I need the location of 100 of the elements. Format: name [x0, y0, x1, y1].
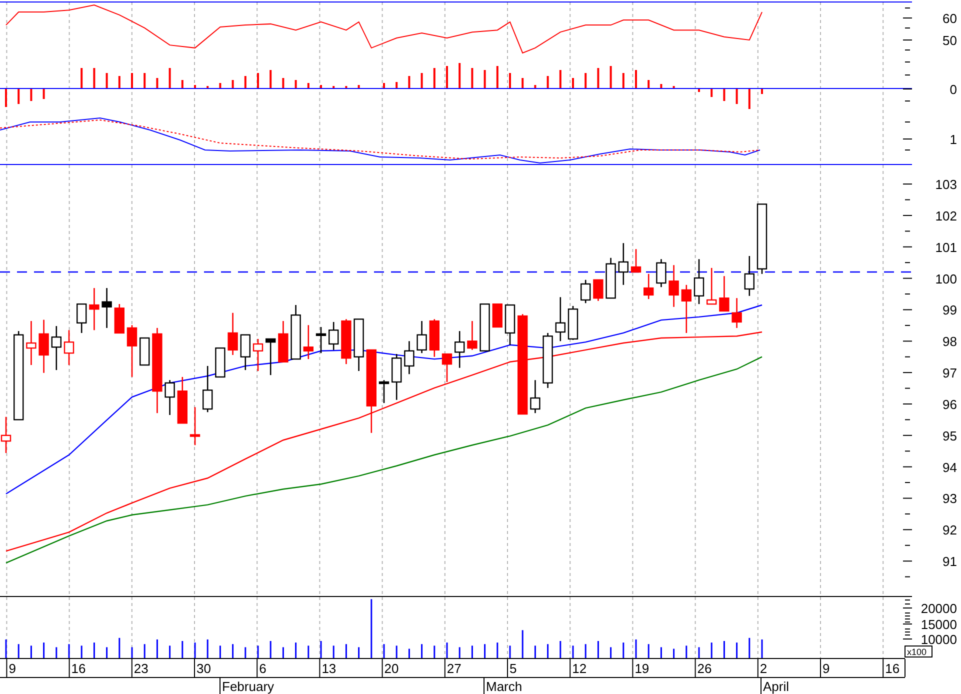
date-label: 9	[822, 661, 830, 676]
candlestick	[278, 321, 288, 362]
axis-label: 10000	[920, 632, 957, 647]
axis-label: 60	[942, 11, 957, 26]
candlestick	[542, 332, 553, 388]
axis-tick	[68, 658, 70, 678]
axis-label: 20000	[920, 601, 957, 616]
candlestick	[354, 318, 364, 371]
axis-tick	[444, 658, 446, 678]
candlestick	[328, 322, 339, 350]
candlestick	[26, 321, 36, 366]
date-label: 19	[634, 661, 650, 676]
candlestick	[429, 319, 440, 357]
axis-tick	[256, 658, 258, 678]
date-label: 30	[196, 661, 211, 676]
candlestick	[744, 256, 754, 296]
candlestick	[114, 304, 124, 334]
axis-tick	[382, 658, 383, 678]
candlestick	[442, 353, 452, 382]
axis-label: 101	[935, 240, 957, 255]
date-label: 27	[446, 661, 462, 676]
date-label: 20	[384, 661, 399, 676]
candlestick	[530, 380, 540, 414]
candlestick	[316, 327, 326, 354]
date-label: 5	[510, 661, 517, 676]
candlestick	[252, 338, 264, 371]
candlestick	[719, 276, 730, 312]
candlestick	[404, 341, 414, 374]
axis-label: 0	[950, 82, 957, 97]
axis-label: 95	[942, 428, 957, 444]
axis-label: 1	[950, 132, 957, 147]
axis-label: 93	[942, 491, 957, 506]
candlestick	[266, 338, 276, 376]
candlestick	[164, 380, 175, 415]
candlestick	[228, 312, 238, 355]
candlestick	[480, 303, 490, 352]
candlestick	[732, 298, 742, 328]
axis-label: 102	[935, 208, 957, 224]
date-label: 16	[885, 661, 900, 676]
candlestick	[89, 288, 100, 330]
axis-label: 100	[935, 271, 957, 286]
candlestick	[303, 325, 314, 360]
candlestick	[630, 249, 642, 273]
candlestick	[756, 204, 768, 274]
candlestick	[51, 326, 62, 370]
candlestick	[668, 265, 679, 307]
date-label: 16	[71, 661, 86, 676]
date-label: 26	[697, 661, 712, 676]
month-label: February	[222, 679, 274, 694]
month-label: April	[763, 679, 790, 694]
date-label: 23	[134, 661, 148, 676]
candlestick	[467, 321, 478, 350]
date-label: 13	[322, 661, 336, 676]
axis-label: 91	[942, 554, 957, 570]
candlestick	[215, 347, 226, 378]
candlestick	[606, 258, 616, 299]
candlestick	[580, 280, 591, 304]
axis-label: 15000	[920, 617, 957, 632]
candlestick	[190, 407, 200, 446]
candlestick	[341, 319, 352, 364]
axis-label: 92	[942, 522, 957, 538]
candlestick	[555, 297, 566, 342]
candlestick	[102, 288, 112, 328]
candlestick	[290, 305, 301, 360]
candlestick	[126, 325, 138, 377]
candlestick	[568, 306, 578, 340]
candlestick	[454, 331, 465, 368]
axis-tick	[131, 658, 132, 678]
candlestick	[593, 279, 604, 301]
axis-label: 99	[942, 302, 957, 318]
axis-tick	[507, 658, 508, 678]
axis-tick	[882, 658, 884, 678]
axis-tick	[632, 658, 634, 678]
month-label: March	[486, 679, 522, 694]
candlestick	[177, 376, 188, 424]
candlestick	[416, 321, 427, 354]
axis-label: 96	[942, 396, 957, 412]
scale-note: x100	[904, 646, 932, 658]
date-label: 9	[8, 661, 16, 676]
date-label: 12	[572, 661, 587, 676]
candlestick	[76, 303, 87, 333]
axis-tick	[6, 658, 8, 678]
candlestick	[618, 243, 628, 285]
candlestick	[240, 334, 250, 370]
axis-tick	[820, 658, 821, 678]
candlestick	[656, 259, 666, 288]
axis-tick	[904, 658, 906, 678]
axis-tick	[760, 676, 762, 694]
candlestick	[644, 274, 654, 300]
candlestick	[64, 330, 74, 366]
axis-label: 97	[942, 366, 957, 381]
candlestick	[681, 284, 692, 333]
candlestick	[694, 259, 704, 304]
axis-label: 98	[942, 334, 957, 350]
candlestick	[392, 354, 402, 400]
candlestick	[492, 303, 502, 328]
candlestick	[38, 320, 49, 373]
axis-tick	[694, 658, 696, 678]
candlestick	[504, 304, 516, 345]
axis-tick	[194, 658, 195, 678]
